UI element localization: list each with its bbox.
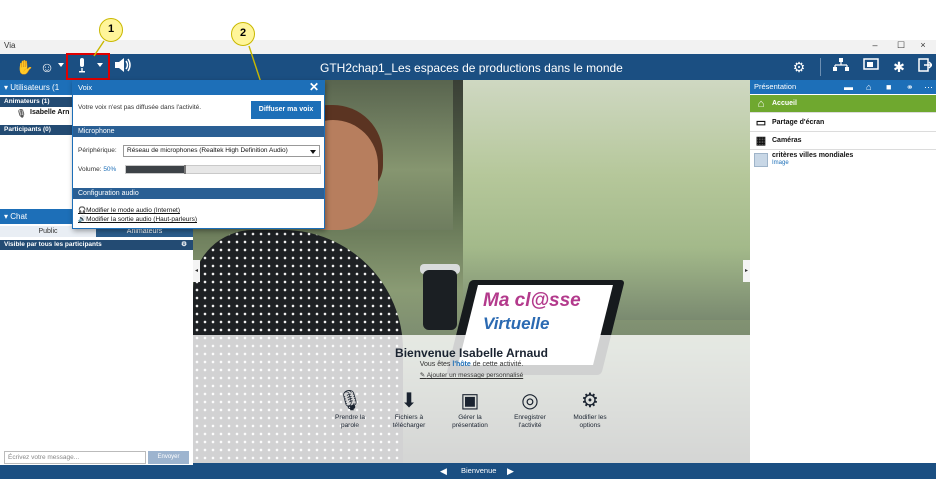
callout-1: 1	[99, 18, 123, 42]
change-audio-output-link[interactable]: 🔊Modifier la sortie audio (Haut-parleurs…	[78, 215, 197, 223]
presentation-header: Présentation ▬ ⌂ ■ ⚭ ⋯	[750, 80, 936, 94]
collapse-right-arrow[interactable]: ▸	[743, 260, 750, 282]
document-type: Image	[772, 160, 789, 166]
download-icon: ⬇	[400, 390, 418, 412]
welcome-subtitle: Vous êtes l'hôte de cette activité.	[419, 361, 524, 368]
gear-icon: ⚙	[581, 390, 599, 412]
chevron-down-icon	[310, 150, 316, 154]
action-take-floor[interactable]: 🎙 Prendre la parole	[322, 388, 378, 430]
volume-label: Volume: 50%	[78, 166, 117, 173]
current-slide-label: Bienvenue	[461, 466, 497, 475]
presentation-item-home[interactable]: ⌂ Accueil	[750, 95, 936, 113]
audio-config-section-header: Configuration audio	[73, 188, 324, 199]
more-icon[interactable]: ⋯	[924, 80, 933, 94]
document-thumbnail	[754, 153, 768, 167]
user-mic-icon: 🎙	[16, 109, 27, 118]
network-icon[interactable]	[830, 58, 852, 76]
device-select[interactable]: Réseau de microphones (Realtek High Defi…	[123, 145, 320, 157]
callout-2: 2	[231, 22, 255, 46]
change-audio-mode-link[interactable]: 🎧Modifier le mode audio (Internet)	[78, 206, 180, 214]
toolbar-separator	[820, 58, 821, 76]
document-name: critères villes mondiales	[772, 152, 854, 159]
presentation-sidebar: Présentation ▬ ⌂ ■ ⚭ ⋯ ⌂ Accueil ▭ Parta…	[750, 80, 936, 465]
voice-popup-header: Voix ✕	[73, 80, 324, 95]
status-dropdown-caret[interactable]	[58, 63, 64, 67]
gear-icon[interactable]: ✱	[888, 58, 910, 76]
activity-title: GTH2chap1_Les espaces de productions dan…	[320, 61, 623, 75]
voice-popup: Voix ✕ Votre voix n'est pas diffusée dan…	[72, 80, 325, 229]
main-toolbar: ✋ ☺ GTH2chap1_Les espaces de productions…	[0, 54, 936, 80]
camera-icon[interactable]: ■	[886, 80, 891, 94]
close-window-button[interactable]: ×	[912, 40, 934, 50]
action-download-files[interactable]: ⬇ Fichiers à télécharger	[381, 388, 437, 430]
bottom-nav-bar: ◀ Bienvenue ▶	[193, 463, 936, 479]
maximize-button[interactable]: ☐	[890, 40, 912, 51]
speaker-icon[interactable]	[112, 58, 134, 76]
collapse-left-arrow[interactable]: ◂	[193, 260, 200, 282]
settings-icon[interactable]: ⚙	[788, 58, 810, 76]
app-name: Via	[4, 41, 16, 50]
presentation-icon[interactable]	[860, 58, 882, 76]
chat-settings-icon[interactable]: ⚙	[181, 240, 187, 250]
microphone-highlight-box	[66, 53, 110, 80]
action-record-activity[interactable]: ◎ Enregistrer l'activité	[502, 388, 558, 430]
presentation-icon: ▣	[460, 390, 480, 412]
chat-send-button[interactable]: Envoyer	[148, 451, 189, 464]
home-icon: ⌂	[757, 98, 765, 110]
voice-status-message: Votre voix n'est pas diffusée dans l'act…	[78, 104, 202, 111]
hand-icon[interactable]: ✋	[14, 58, 36, 76]
volume-slider[interactable]	[125, 165, 321, 174]
bottom-left-strip	[0, 465, 193, 479]
chat-message-input[interactable]: Écrivez votre message...	[4, 451, 146, 464]
add-custom-message-link[interactable]: ✎ Ajouter un message personnalisé	[193, 371, 750, 379]
presentation-item-cameras[interactable]: ▦ Caméras	[750, 132, 936, 150]
minimize-button[interactable]: –	[864, 40, 886, 50]
voice-popup-title: Voix	[78, 83, 93, 92]
chat-compose: Écrivez votre message... Envoyer	[0, 451, 193, 465]
chat-visibility: Visible par tous les participants ⚙	[0, 240, 193, 250]
action-manage-presentation[interactable]: ▣ Gérer la présentation	[442, 388, 498, 430]
share-icon[interactable]: ⌂	[866, 80, 871, 94]
volume-level-fill	[126, 166, 184, 173]
welcome-title: Bienvenue Isabelle Arnaud	[395, 346, 548, 360]
action-modify-options[interactable]: ⚙ Modifier les options	[562, 388, 618, 430]
broadcast-voice-button[interactable]: Diffuser ma voix	[251, 101, 321, 119]
presentation-item-screen-share[interactable]: ▭ Partage d'écran	[750, 114, 936, 132]
status-icon[interactable]: ☺	[36, 58, 58, 76]
link-icon[interactable]: ⚭	[906, 80, 914, 94]
close-icon[interactable]: ✕	[309, 80, 319, 94]
via-app-window: Via – ☐ × ✋ ☺ GTH2chap1_Les espaces de p…	[0, 0, 936, 479]
os-title-bar: Via – ☐ ×	[0, 40, 936, 54]
microphone-icon: 🎙	[337, 390, 363, 412]
camera-grid-icon: ▦	[755, 135, 767, 147]
logo-line-1: Ma cl@sse	[483, 290, 581, 311]
logo-line-2: Virtuelle	[483, 314, 550, 333]
previous-arrow-icon[interactable]: ◀	[440, 466, 447, 477]
monitor-icon: ▭	[755, 117, 767, 129]
folder-icon[interactable]: ▬	[844, 80, 853, 94]
mug	[423, 270, 457, 330]
exit-icon[interactable]	[914, 58, 936, 76]
next-arrow-icon[interactable]: ▶	[507, 466, 514, 477]
volume-handle[interactable]	[184, 165, 186, 174]
microphone-section-header: Microphone	[73, 126, 324, 137]
volume-value: 50%	[103, 166, 117, 173]
record-icon: ◎	[521, 390, 539, 412]
device-label: Périphérique:	[78, 147, 117, 154]
